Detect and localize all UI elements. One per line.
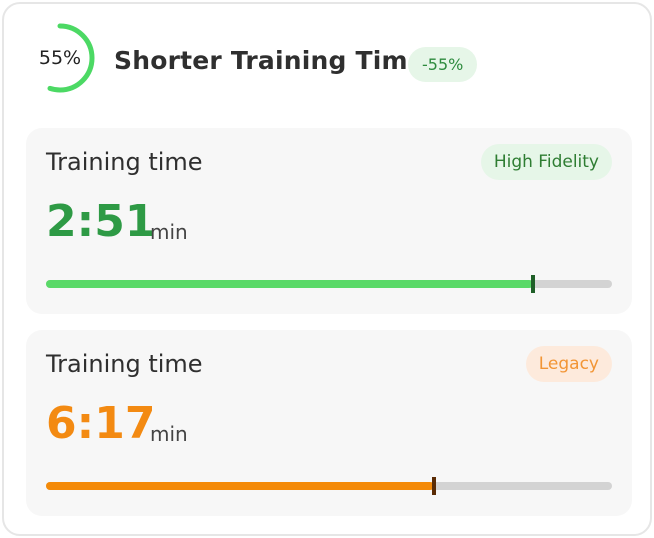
progress-marker bbox=[530, 275, 535, 293]
progress-track bbox=[46, 275, 612, 293]
high-fidelity-panel: Training time High Fidelity 2:51 min bbox=[26, 128, 632, 314]
training-time-value: 2:51 bbox=[46, 196, 156, 247]
card-header: 55% Shorter Training Time -55% bbox=[4, 4, 650, 124]
training-time-unit: min bbox=[150, 220, 188, 244]
training-time-value: 6:17 bbox=[46, 398, 156, 449]
delta-badge: -55% bbox=[408, 47, 478, 82]
progress-ring-label: 55% bbox=[38, 47, 82, 69]
panel-title: Training time bbox=[46, 148, 203, 176]
progress-fill bbox=[46, 280, 533, 288]
training-time-unit: min bbox=[150, 422, 188, 446]
progress-ring: 55% bbox=[24, 22, 96, 94]
progress-track bbox=[46, 477, 612, 495]
progress-marker bbox=[432, 477, 437, 495]
legacy-panel: Training time Legacy 6:17 min bbox=[26, 330, 632, 516]
progress-fill bbox=[46, 482, 435, 490]
card-title: Shorter Training Time bbox=[114, 46, 425, 75]
high-fidelity-badge: High Fidelity bbox=[480, 144, 612, 180]
legacy-badge: Legacy bbox=[525, 346, 612, 382]
training-time-card: 55% Shorter Training Time -55% Training … bbox=[2, 2, 652, 536]
panel-title: Training time bbox=[46, 350, 203, 378]
